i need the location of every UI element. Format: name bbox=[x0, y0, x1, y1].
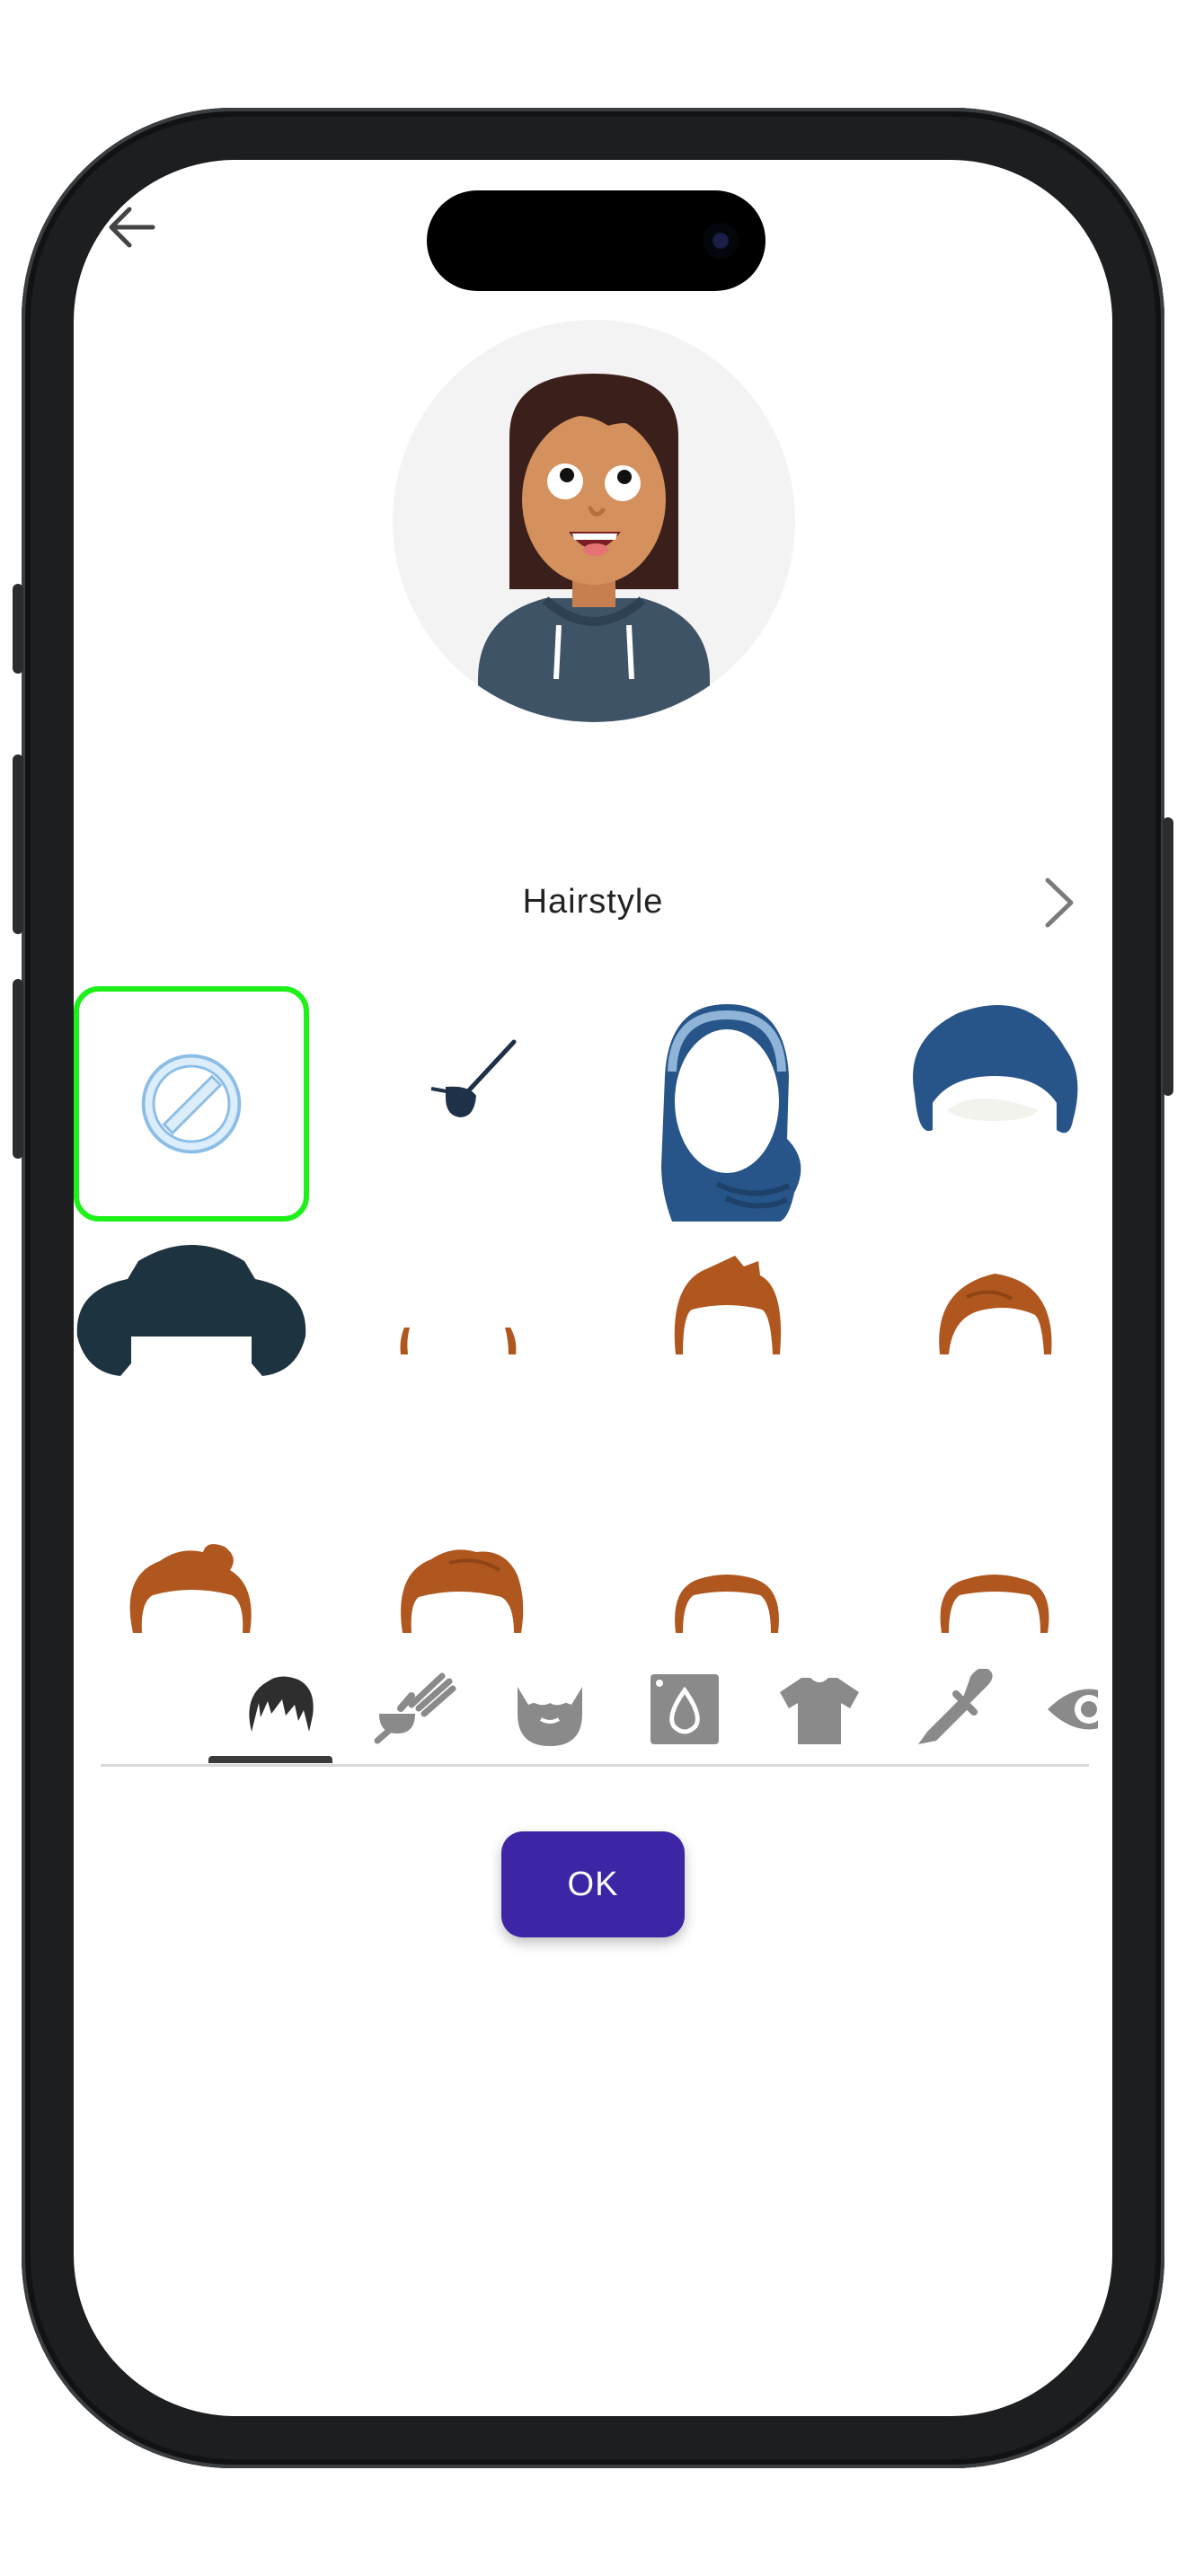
dynamic-island bbox=[427, 190, 766, 291]
category-title: Hairstyle bbox=[522, 883, 664, 921]
tab-barber-tools[interactable] bbox=[370, 1669, 460, 1750]
tab-eye[interactable] bbox=[1044, 1669, 1098, 1750]
hijab-icon bbox=[661, 1004, 801, 1222]
avatar-preview bbox=[393, 320, 795, 722]
front-camera bbox=[703, 223, 739, 259]
option-turban[interactable] bbox=[877, 986, 1112, 1222]
turban-icon bbox=[913, 1005, 1078, 1134]
chevron-right-icon bbox=[1045, 878, 1074, 928]
option-none[interactable] bbox=[74, 986, 309, 1222]
option-hair-long-thin[interactable] bbox=[341, 1229, 577, 1464]
option-hair-side-part[interactable] bbox=[877, 1229, 1112, 1464]
volume-down-button bbox=[13, 979, 23, 1159]
skin-tone-icon bbox=[651, 1674, 719, 1744]
option-hat[interactable] bbox=[74, 1229, 309, 1464]
eye-icon bbox=[1048, 1689, 1098, 1730]
option-hair-spiky[interactable] bbox=[609, 1229, 845, 1464]
ok-button[interactable]: OK bbox=[501, 1831, 685, 1937]
color-dropper-icon bbox=[918, 1669, 993, 1744]
hairstyle-icon bbox=[249, 1676, 314, 1732]
shirt-icon bbox=[780, 1678, 859, 1744]
power-button bbox=[1163, 817, 1173, 1096]
category-tabs bbox=[101, 1651, 1098, 1768]
no-symbol-icon bbox=[141, 1054, 242, 1154]
beard-icon bbox=[518, 1687, 582, 1746]
tabs-divider bbox=[101, 1764, 1089, 1767]
back-button[interactable] bbox=[101, 196, 164, 259]
app-screen: Hairstyle OK bbox=[74, 160, 1112, 2416]
tab-shirt[interactable] bbox=[774, 1669, 864, 1750]
action-button bbox=[13, 584, 23, 674]
option-hijab[interactable] bbox=[609, 986, 845, 1222]
volume-up-button bbox=[13, 754, 23, 934]
tab-skin-tone[interactable] bbox=[640, 1669, 730, 1750]
arrow-left-icon bbox=[109, 207, 155, 248]
tab-hairstyle[interactable] bbox=[235, 1669, 325, 1750]
avatar-illustration bbox=[478, 374, 710, 722]
active-tab-indicator bbox=[208, 1756, 332, 1763]
tab-color-dropper[interactable] bbox=[909, 1669, 999, 1750]
hat-icon bbox=[76, 1245, 306, 1376]
hair-side-part-icon bbox=[939, 1274, 1052, 1354]
hair-spiky-icon bbox=[674, 1256, 782, 1354]
barber-tools-icon bbox=[374, 1672, 456, 1744]
hair-long-thin-icon bbox=[400, 1328, 517, 1354]
option-eyepatch[interactable] bbox=[341, 986, 577, 1222]
eyepatch-icon bbox=[430, 1039, 517, 1117]
tab-beard[interactable] bbox=[505, 1669, 595, 1750]
next-category-button[interactable] bbox=[1031, 871, 1085, 934]
